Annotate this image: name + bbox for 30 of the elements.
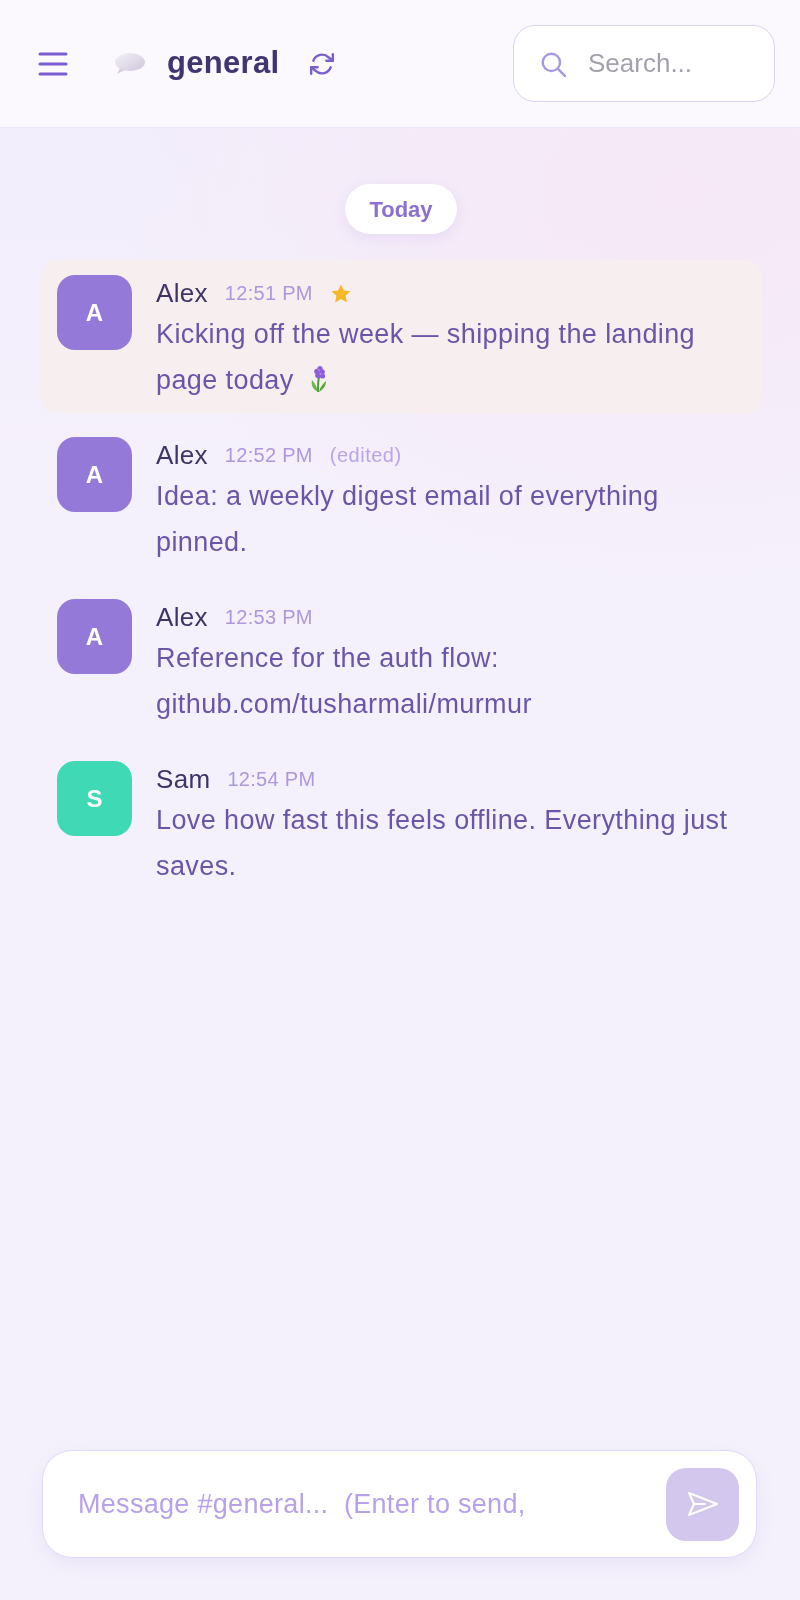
search-field[interactable]: Search... <box>513 25 775 102</box>
author-name: Alex <box>156 276 208 310</box>
message-text: Love how fast this feels offline. Everything just saves. <box>156 804 729 883</box>
menu-button[interactable] <box>38 51 68 76</box>
search-icon <box>540 50 566 77</box>
avatar: A <box>57 275 132 350</box>
message-composer[interactable]: Message #general... (Enter to send, <box>42 1450 757 1558</box>
timestamp: 12:54 PM <box>227 767 316 792</box>
author-name: Alex <box>156 600 208 634</box>
message-text: Idea: a weekly digest email of everything pinned. <box>156 480 660 559</box>
date-divider: Today <box>345 184 457 234</box>
timestamp: 12:52 PM <box>224 443 313 468</box>
search-input[interactable]: Search... <box>586 43 761 84</box>
avatar: S <box>57 761 132 836</box>
edited-label: (edited) <box>329 443 402 468</box>
message-text: Kicking off the week — shipping the landing page today <box>156 318 697 397</box>
author-name: Sam <box>156 762 211 796</box>
avatar: A <box>57 599 132 674</box>
author-name: Alex <box>156 438 208 472</box>
timestamp: 12:53 PM <box>224 605 313 630</box>
message-input[interactable]: Message #general... (Enter to send, <box>76 1474 666 1534</box>
refresh-icon <box>309 50 336 77</box>
menu-icon <box>38 51 68 76</box>
channel-title: general <box>167 44 280 83</box>
message-text: Reference for the auth flow: github.com/tusharmali/murmur <box>156 642 533 721</box>
refresh-button[interactable] <box>309 50 336 77</box>
send-icon <box>686 1490 719 1518</box>
avatar: A <box>57 437 132 512</box>
timestamp: 12:51 PM <box>224 281 313 306</box>
speech-bubble-icon <box>113 52 145 75</box>
